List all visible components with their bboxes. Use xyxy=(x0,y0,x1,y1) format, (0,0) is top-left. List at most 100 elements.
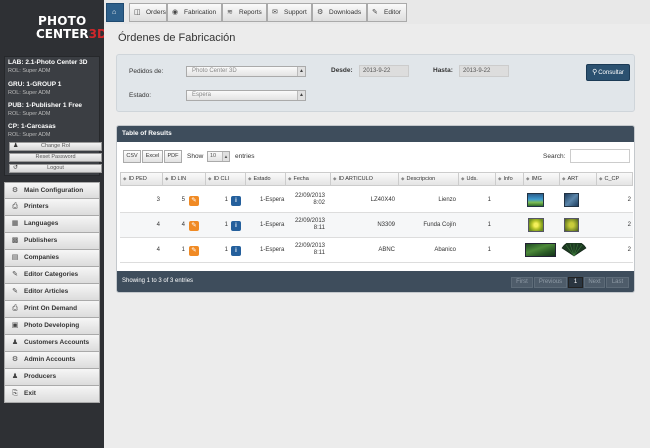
pencil-icon: ✎ xyxy=(372,9,378,16)
cell-descripcion: Lienzo xyxy=(438,197,456,203)
desde-date-input[interactable]: 2013-9-22 xyxy=(359,65,409,77)
product-image-thumbnail[interactable] xyxy=(528,218,544,232)
tab-downloads[interactable]: ⚙ Downloads xyxy=(312,3,367,22)
fan-thumbnail[interactable] xyxy=(561,243,587,257)
col-id-cli[interactable]: ◆ ID CLI xyxy=(206,173,246,185)
article-thumbnail[interactable] xyxy=(564,193,579,207)
chevron-down-icon: ▲ xyxy=(222,152,229,161)
page-size-select[interactable]: 10 ▲ xyxy=(207,151,230,162)
cell-id-lin: 1 xyxy=(181,247,185,253)
product-image-thumbnail[interactable] xyxy=(525,243,556,257)
pencil-icon: ✎ xyxy=(12,288,18,295)
pagination-page-1[interactable]: 1 xyxy=(568,277,583,288)
menu-publishers[interactable]: ▩ Publishers xyxy=(4,233,100,250)
col-c-cp[interactable]: ◆ C_CP xyxy=(597,173,634,185)
tab-editor[interactable]: ✎ Editor xyxy=(367,3,407,22)
article-thumbnail[interactable] xyxy=(564,218,579,232)
table-row: 4 1 ✎ 1 i 1-Espera 22/09/2013 8:11 ABNC A… xyxy=(120,238,633,263)
col-id-ped[interactable]: ◆ ID PED xyxy=(121,173,163,185)
user-icon: ♟ xyxy=(13,143,19,149)
users-icon: ♟ xyxy=(11,373,19,380)
sidebar: Photo Center3D LAB: 2.1-Photo Center 3D … xyxy=(0,0,107,448)
desde-label: Desde: xyxy=(331,67,353,74)
col-art[interactable]: ◆ ART xyxy=(560,173,597,185)
sort-icon: ◆ xyxy=(498,176,502,181)
hasta-label: Hasta: xyxy=(433,67,453,74)
user-info-box: LAB: 2.1-Photo Center 3D ROL: Super ADM … xyxy=(4,56,102,176)
pdf-button[interactable]: PDF xyxy=(164,150,182,163)
publisher-icon: ▩ xyxy=(11,237,19,244)
entries-label: entries xyxy=(235,153,255,160)
menu-editor-categories[interactable]: ✎ Editor Categories xyxy=(4,267,100,284)
sidebar-menu: ⚙ Main Configuration ⎙ Printers ▦ Languages… xyxy=(4,182,100,403)
cell-fecha: 22/09/2013 8:02 xyxy=(294,193,325,206)
consult-button[interactable]: ⚲Consultar xyxy=(586,64,630,81)
pagination-last[interactable]: Last xyxy=(606,277,629,288)
menu-editor-articles[interactable]: ✎ Editor Articles xyxy=(4,284,100,301)
col-estado[interactable]: ◆ Estado xyxy=(246,173,286,185)
menu-languages[interactable]: ▦ Languages xyxy=(4,216,100,233)
col-descripcion[interactable]: ◆ Descripcion xyxy=(399,173,459,185)
menu-main-configuration[interactable]: ⚙ Main Configuration xyxy=(4,182,100,199)
tab-orders[interactable]: ◫ Orders xyxy=(129,3,167,22)
col-uds[interactable]: ◆ Uds. xyxy=(459,173,496,185)
sort-icon: ◆ xyxy=(599,176,603,181)
cell-id-ped: 4 xyxy=(156,247,160,253)
cell-id-ped: 3 xyxy=(156,197,160,203)
edit-icon[interactable]: ✎ xyxy=(189,196,199,206)
col-id-articulo[interactable]: ◆ ID ARTICULO xyxy=(331,173,399,185)
sort-icon: ◆ xyxy=(208,176,212,181)
image-icon: ▣ xyxy=(11,322,19,329)
sort-icon: ◆ xyxy=(526,176,530,181)
estado-select[interactable]: Espera ▲ xyxy=(186,90,306,101)
sort-icon: ◆ xyxy=(288,176,292,181)
menu-companies[interactable]: ▤ Companies xyxy=(4,250,100,267)
logout-button[interactable]: ↺ Logout xyxy=(9,164,102,173)
car-icon: ◉ xyxy=(172,9,179,16)
chevron-down-icon: ▲ xyxy=(297,91,305,100)
tab-home[interactable]: ⌂ xyxy=(106,3,124,22)
csv-button[interactable]: CSV xyxy=(123,150,141,163)
menu-print-on-demand[interactable]: ⎙ Print On Demand xyxy=(4,301,100,318)
menu-admin-accounts[interactable]: ⚙ Admin Accounts xyxy=(4,352,100,369)
col-id-lin[interactable]: ◆ ID LIN xyxy=(163,173,206,185)
edit-icon[interactable]: ✎ xyxy=(189,246,199,256)
cell-articulo: N3309 xyxy=(377,222,395,228)
photo-center-3d-logo: Photo Center3D xyxy=(36,14,107,44)
excel-button[interactable]: Excel xyxy=(142,150,163,163)
edit-icon[interactable]: ✎ xyxy=(189,221,199,231)
reset-password-button[interactable]: Reset Password xyxy=(9,153,102,162)
hasta-date-input[interactable]: 2013-9-22 xyxy=(459,65,509,77)
pagination-previous[interactable]: Previous xyxy=(534,277,567,288)
pagination-next[interactable]: Next xyxy=(584,277,605,288)
top-navigation: ⌂ ◫ Orders ◉ Fabrication ≋ Reports ✉ Support… xyxy=(104,3,650,24)
pagination-first[interactable]: First xyxy=(511,277,533,288)
menu-printers[interactable]: ⎙ Printers xyxy=(4,199,100,216)
info-icon[interactable]: i xyxy=(231,221,241,231)
change-rol-button[interactable]: ♟ Change Rol xyxy=(9,142,102,151)
menu-customers-accounts[interactable]: ♟ Customers Accounts xyxy=(4,335,100,352)
info-icon[interactable]: i xyxy=(231,196,241,206)
cell-uds: 1 xyxy=(487,222,491,228)
search-input[interactable] xyxy=(570,149,630,163)
gears-icon: ⚙ xyxy=(317,9,324,16)
cell-id-lin: 5 xyxy=(181,197,185,203)
menu-photo-developing[interactable]: ▣ Photo Developing xyxy=(4,318,100,335)
info-icon[interactable]: i xyxy=(231,246,241,256)
cell-descripcion: Abanico xyxy=(434,247,456,253)
cell-id-cli: 1 xyxy=(224,222,228,228)
tab-support[interactable]: ✉ Support xyxy=(267,3,312,22)
col-fecha[interactable]: ◆ Fecha xyxy=(286,173,331,185)
cell-c-cp: 2 xyxy=(627,222,631,228)
col-img[interactable]: ◆ IMG xyxy=(524,173,560,185)
sort-icon: ◆ xyxy=(562,176,566,181)
pedidos-select[interactable]: Photo Center 3D ▲ xyxy=(186,66,306,77)
tab-fabrication[interactable]: ◉ Fabrication xyxy=(167,3,222,22)
menu-exit[interactable]: ⎘ Exit xyxy=(4,386,100,403)
sort-icon: ◆ xyxy=(248,176,252,181)
user-lab: LAB: 2.1-Photo Center 3D ROL: Super ADM xyxy=(8,59,88,74)
product-image-thumbnail[interactable] xyxy=(527,193,544,207)
col-info[interactable]: ◆ Info xyxy=(496,173,524,185)
menu-producers[interactable]: ♟ Producers xyxy=(4,369,100,386)
tab-reports[interactable]: ≋ Reports xyxy=(222,3,267,22)
